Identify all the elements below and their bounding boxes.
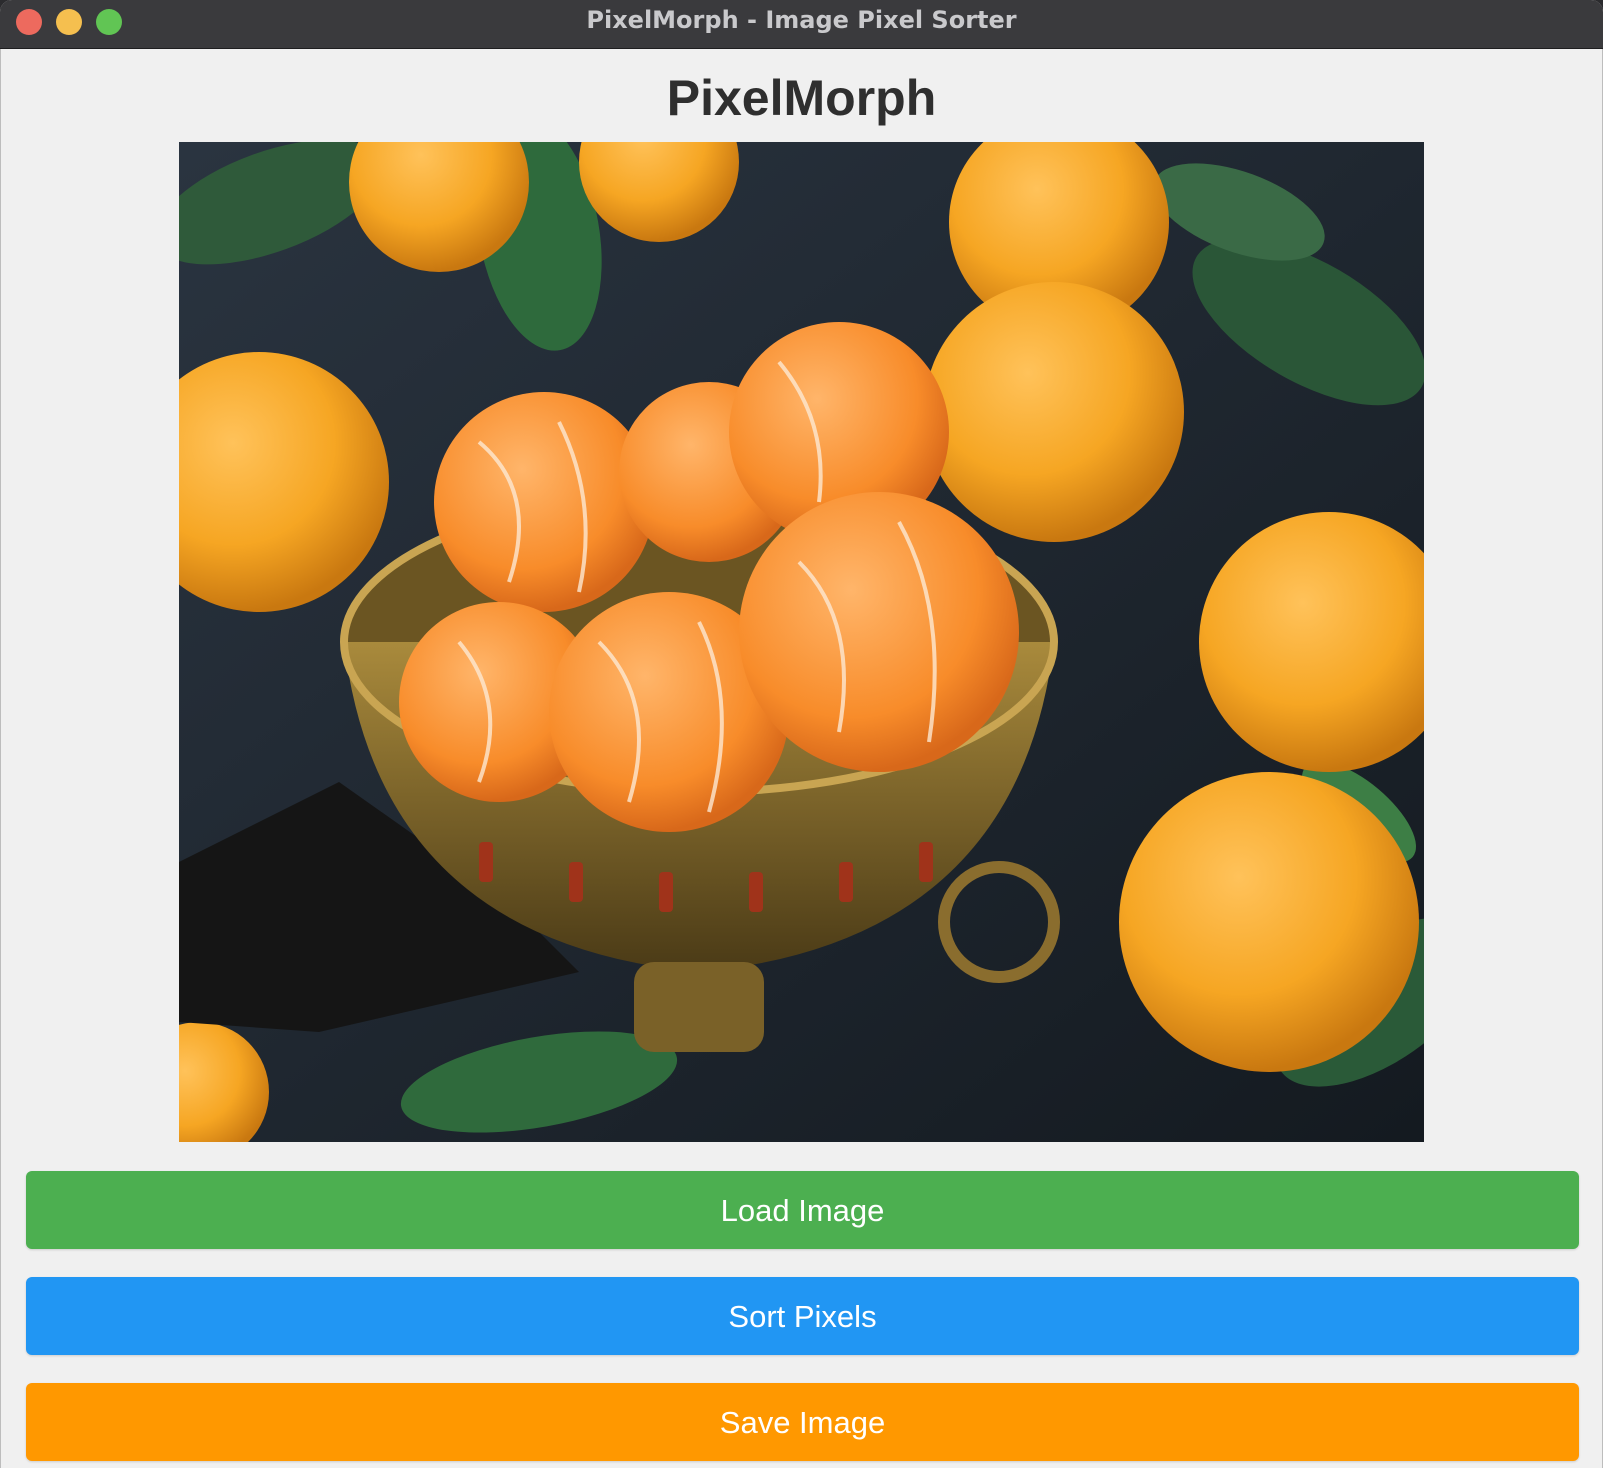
title-bar[interactable]: PixelMorph - Image Pixel Sorter — [0, 0, 1603, 49]
image-preview — [179, 142, 1424, 1142]
window-title: PixelMorph - Image Pixel Sorter — [586, 6, 1017, 34]
save-image-button[interactable]: Save Image — [26, 1383, 1579, 1461]
sort-pixels-button[interactable]: Sort Pixels — [26, 1277, 1579, 1355]
load-image-button[interactable]: Load Image — [26, 1171, 1579, 1249]
tangerines-photo — [179, 142, 1424, 1142]
app-heading: PixelMorph — [666, 70, 937, 126]
app-window: PixelMorph - Image Pixel Sorter PixelMor… — [0, 0, 1603, 1468]
main-content: PixelMorph Load Image Sort Pixels Save I… — [0, 49, 1603, 1468]
